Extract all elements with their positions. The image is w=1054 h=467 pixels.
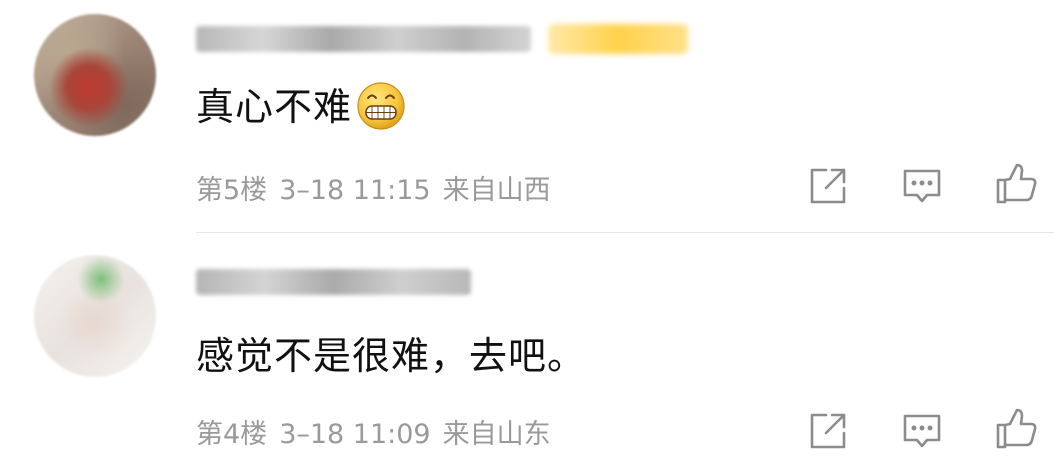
floor-number: 第4楼 (196, 419, 268, 450)
comment-meta: 第5楼 3–18 11:15 来自山西 (196, 168, 563, 207)
thumbs-up-icon (996, 163, 1037, 204)
username[interactable] (196, 26, 531, 52)
share-icon (810, 413, 846, 449)
comment-icon (903, 414, 941, 448)
location: 来自山东 (442, 419, 551, 450)
comment-item: 真心不难 第5楼 3–18 11:15 来自山西 (0, 0, 1054, 232)
grinning-emoji-icon (357, 81, 405, 130)
avatar[interactable] (34, 14, 156, 136)
comment-text: 感觉不是很难，去吧。 (196, 334, 587, 378)
username[interactable] (196, 269, 471, 295)
timestamp: 3–18 11:09 (279, 419, 431, 450)
comment-text: 真心不难 (196, 76, 406, 135)
reply-button[interactable] (900, 409, 944, 453)
share-icon (810, 168, 846, 204)
timestamp: 3–18 11:15 (279, 175, 431, 206)
like-button[interactable] (994, 162, 1038, 206)
like-button[interactable] (994, 407, 1038, 451)
comment-icon (903, 169, 941, 203)
location: 来自山西 (442, 175, 551, 206)
avatar[interactable] (34, 255, 156, 377)
vip-badge (548, 24, 688, 54)
floor-number: 第5楼 (196, 175, 268, 206)
reply-button[interactable] (900, 164, 944, 208)
share-button[interactable] (806, 164, 850, 208)
share-button[interactable] (806, 409, 850, 453)
thumbs-up-icon (996, 408, 1037, 449)
comment-item: 感觉不是很难，去吧。 第4楼 3–18 11:09 来自山东 (0, 233, 1054, 467)
comment-meta: 第4楼 3–18 11:09 来自山东 (196, 412, 563, 451)
